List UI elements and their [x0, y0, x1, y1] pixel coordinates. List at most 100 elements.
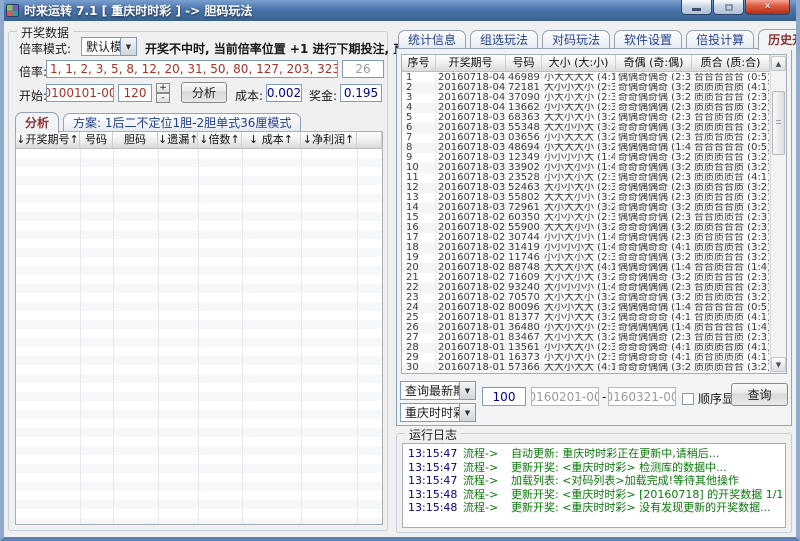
run-log-output[interactable]: 13:15:47流程->自动更新: 重庆时时彩正在更新中,请稍后...13:15…: [402, 443, 786, 528]
history-row[interactable]: 920160718-03512349小小小小大 (1:4)奇偶奇偶奇 (3:2)…: [402, 153, 770, 163]
history-row[interactable]: 1120160718-03323528小小大小大 (2:3)偶奇奇偶偶 (2:3…: [402, 173, 770, 183]
history-row[interactable]: 2620160718-01836480小大小大小 (2:3)奇偶偶偶偶 (1:4…: [402, 323, 770, 333]
history-row[interactable]: 420160718-04013662小小大大小 (2:3)奇奇偶偶偶 (2:3)…: [402, 103, 770, 113]
history-cell: 合合合合合 (0:5): [692, 143, 770, 153]
analysis-col-header[interactable]: 胆码: [113, 132, 158, 149]
tab-2[interactable]: 对码玩法: [542, 30, 610, 49]
history-col-header[interactable]: 号码: [506, 55, 542, 72]
history-row[interactable]: 2820160718-01613561小小大大小 (2:3)奇奇奇偶奇 (4:1…: [402, 343, 770, 353]
history-row[interactable]: 120160718-04346989小大大大大 (4:1)偶偶奇偶奇 (2:3)…: [402, 73, 770, 83]
history-row[interactable]: 320160718-04137090小大小大小 (2:3)奇奇偶奇偶 (3:2)…: [402, 93, 770, 103]
query-count-input[interactable]: 100: [482, 387, 526, 406]
query-mode-select[interactable]: 查询最新期数 ▼: [400, 381, 476, 400]
cost-value: 0.002: [267, 86, 301, 100]
history-cell: 奇奇奇偶偶 (3:2): [616, 223, 692, 233]
analysis-col-header[interactable]: ↓倍数↑: [198, 132, 242, 149]
analysis-col-header[interactable]: ↓开奖期号↑: [16, 132, 80, 149]
titlebar[interactable]: 时来运转 7.1 [ 重庆时时彩 ] -> 胆码玩法 ✕: [0, 0, 800, 21]
history-row[interactable]: 1620160718-02855900大大大小小 (3:2)奇奇奇偶偶 (3:2…: [402, 223, 770, 233]
lottery-select-value: 重庆时时彩: [401, 404, 459, 421]
history-row[interactable]: 2420160718-02080096大小小大大 (3:2)偶偶偶奇偶 (1:4…: [402, 303, 770, 313]
tab-1[interactable]: 组选玩法: [470, 30, 538, 49]
history-row[interactable]: 1920160718-02511746小小大小大 (2:3)奇奇奇偶偶 (3:2…: [402, 253, 770, 263]
history-cell: 20160718-027: [436, 233, 506, 243]
history-cell: 28: [402, 343, 436, 353]
scroll-up-icon[interactable]: ▲: [771, 56, 786, 71]
query-button[interactable]: 查询: [731, 383, 788, 406]
history-row[interactable]: 3020160718-01457366大大小大大 (4:1)奇奇奇偶偶 (3:2…: [402, 363, 770, 373]
history-table-scrollbar[interactable]: ▲ ▼: [770, 55, 786, 373]
history-row[interactable]: 220160718-04272181大小小大小 (2:3)奇偶奇偶奇 (3:2)…: [402, 83, 770, 93]
close-button[interactable]: ✕: [745, 0, 790, 15]
history-row[interactable]: 1220160718-03252463大小小大小 (2:3)奇偶偶偶奇 (2:3…: [402, 183, 770, 193]
tab-0[interactable]: 统计信息: [398, 30, 466, 49]
history-row[interactable]: 1520160718-02960350大小小大小 (2:3)偶偶奇奇偶 (2:3…: [402, 213, 770, 223]
range-end-value: 20160321-001: [608, 390, 676, 404]
history-row[interactable]: 2120160718-02371609大小大小大 (3:2)奇奇偶偶奇 (3:2…: [402, 273, 770, 283]
history-cell: 大小大大小 (3:2): [542, 293, 616, 303]
history-cell: 大大大小小 (3:2): [542, 223, 616, 233]
tab-3[interactable]: 软件设置: [614, 30, 682, 49]
maximize-button[interactable]: [713, 0, 744, 15]
history-row[interactable]: 1820160718-02631419小小小小大 (1:4)奇奇偶奇奇 (4:1…: [402, 243, 770, 253]
chevron-down-icon[interactable]: ▼: [120, 38, 136, 55]
history-cell: 52463: [506, 183, 542, 193]
history-row[interactable]: 2020160718-02488748大大大小大 (4:1)偶偶奇偶偶 (1:4…: [402, 263, 770, 273]
rate-sequence-input[interactable]: 1, 1, 2, 3, 5, 8, 12, 20, 31, 50, 80, 12…: [46, 60, 338, 78]
history-cell: 小大大大大 (4:1): [542, 73, 616, 83]
minimize-button[interactable]: [681, 0, 712, 15]
stepper-up-button[interactable]: +: [156, 83, 170, 93]
history-row[interactable]: 2320160718-02170570大小大大小 (3:2)奇偶奇奇偶 (3:2…: [402, 293, 770, 303]
analysis-col-header[interactable]: ↓遗漏↑: [158, 132, 198, 149]
history-cell: 81377: [506, 313, 542, 323]
rate-mode-select[interactable]: 默认模式 ▼: [81, 37, 137, 56]
analysis-col-header[interactable]: ↓净利润↑: [301, 132, 357, 149]
scrollbar-thumb[interactable]: [772, 91, 785, 155]
history-row[interactable]: 2920160718-01516373小大小大小 (2:3)奇偶奇奇奇 (4:1…: [402, 353, 770, 363]
analyze-button[interactable]: 分析: [181, 82, 227, 103]
lottery-select[interactable]: 重庆时时彩 ▼: [400, 403, 476, 422]
history-row[interactable]: 620160718-03855348大大小小大 (3:2)奇奇奇偶偶 (3:2)…: [402, 123, 770, 133]
tab-0[interactable]: 分析: [15, 112, 59, 133]
history-cell: 1: [402, 73, 436, 83]
history-row[interactable]: 520160718-03968363大大小大小 (3:2)偶偶奇偶奇 (2:3)…: [402, 113, 770, 123]
periods-stepper: + -: [156, 83, 170, 103]
history-cell: 30: [402, 363, 436, 373]
history-cell: 奇奇奇偶偶 (3:2): [616, 123, 692, 133]
history-row[interactable]: 1320160718-03155802大大大小小 (3:2)奇奇偶偶偶 (2:3…: [402, 193, 770, 203]
history-row[interactable]: 720160718-03703656小小大大大 (3:2)偶奇偶奇偶 (2:3)…: [402, 133, 770, 143]
start-periods-input[interactable]: 120: [118, 84, 152, 102]
tab-5[interactable]: 历史开奖: [758, 29, 800, 50]
history-col-header[interactable]: 奇偶 (奇:偶): [616, 55, 692, 72]
history-row[interactable]: 820160718-03648694小大大大小 (3:2)偶偶偶奇偶 (1:4)…: [402, 143, 770, 153]
analysis-table-body[interactable]: [16, 149, 382, 524]
chevron-down-icon[interactable]: ▼: [459, 404, 475, 421]
checkbox-icon[interactable]: [682, 393, 694, 405]
history-cell: 20160718-038: [436, 123, 506, 133]
history-row[interactable]: 2720160718-01783467大小小大大 (3:2)偶奇偶偶奇 (2:3…: [402, 333, 770, 343]
history-cell: 偶奇偶偶奇 (2:3): [616, 333, 692, 343]
stepper-down-button[interactable]: -: [156, 93, 170, 103]
analysis-col-header[interactable]: 号码: [80, 132, 113, 149]
scroll-down-icon[interactable]: ▼: [771, 357, 786, 372]
history-col-header[interactable]: 序号: [402, 55, 436, 72]
history-row[interactable]: 1420160718-03072961大小大大小 (3:2)奇偶奇偶奇 (3:2…: [402, 203, 770, 213]
history-row[interactable]: 2520160718-01981377大小小大大 (3:2)偶奇奇奇奇 (4:1…: [402, 313, 770, 323]
history-row[interactable]: 1020160718-03433902小小大小小 (1:4)奇奇奇偶偶 (3:2…: [402, 163, 770, 173]
history-col-header[interactable]: 质合 (质:合): [692, 55, 770, 72]
history-col-header[interactable]: 大小 (大:小): [542, 55, 616, 72]
rate-count-input[interactable]: 26: [342, 60, 384, 78]
chevron-down-icon[interactable]: ▼: [459, 382, 475, 399]
history-col-header[interactable]: 开奖期号: [436, 55, 506, 72]
range-start-input[interactable]: 20160201-001: [531, 387, 599, 406]
cost-input[interactable]: 0.002: [266, 84, 302, 102]
history-cell: 奇偶奇偶奇 (3:2): [616, 83, 692, 93]
history-row[interactable]: 2220160718-02293240大小小小小 (1:4)奇奇偶偶偶 (2:3…: [402, 283, 770, 293]
history-row[interactable]: 1720160718-02730744小小大小小 (1:4)奇偶奇偶偶 (2:3…: [402, 233, 770, 243]
analysis-col-header[interactable]: ↓ 成本↑: [242, 132, 301, 149]
range-end-input[interactable]: 20160321-001: [608, 387, 676, 406]
tab-4[interactable]: 倍投计算: [686, 30, 754, 49]
start-issue-input[interactable]: 20100101-001: [46, 84, 114, 102]
prize-input[interactable]: 0.195: [340, 84, 382, 102]
tab-1[interactable]: 方案: 1后二不定位1胆-2胆单式36厘模式: [63, 113, 301, 132]
